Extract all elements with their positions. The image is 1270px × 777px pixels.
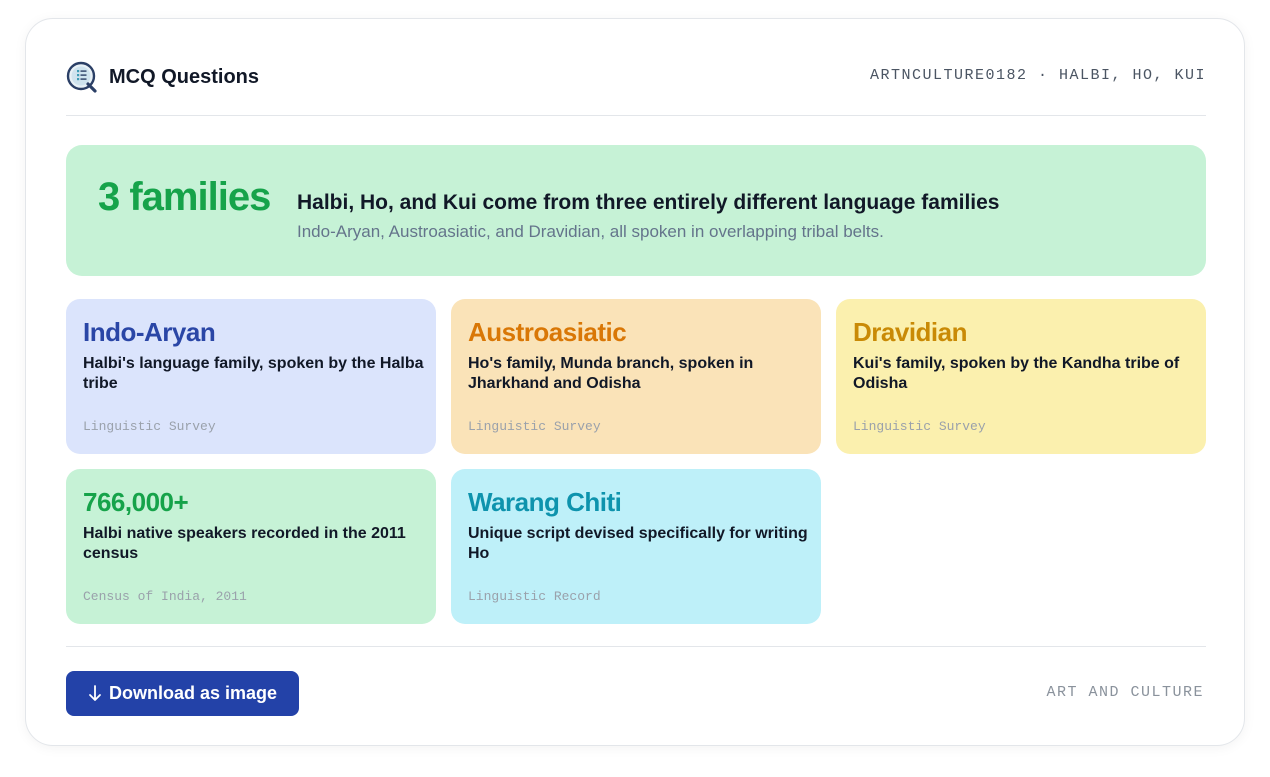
download-arrow-icon [89,684,101,701]
tile-source: Census of India, 2011 [83,589,247,604]
tile-description: Ho's family, Munda branch, spoken in Jha… [468,355,754,392]
fact-tile-indo-aryan: Indo-Aryan Halbi's language family, spok… [66,299,436,454]
tile-title: Indo-Aryan [83,317,216,347]
tile-source: Linguistic Survey [468,419,601,434]
hero-subtitle: Indo-Aryan, Austroasiatic, and Dravidian… [297,222,884,241]
hero-banner: 3 families Halbi, Ho, and Kui come from … [66,145,1206,276]
tile-description: Halbi native speakers recorded in the 20… [83,525,406,562]
download-button-label: Download as image [109,683,278,703]
header-divider [66,115,1206,116]
fact-tile-austroasiatic: Austroasiatic Ho's family, Munda branch,… [451,299,821,454]
quiz-logo-icon [66,61,97,93]
hero-title: Halbi, Ho, and Kui come from three entir… [297,191,1000,214]
fact-tile-dravidian: Dravidian Kui's family, spoken by the Ka… [836,299,1206,454]
tile-title: Dravidian [853,317,968,347]
app-title: MCQ Questions [109,65,260,88]
tile-description: Unique script devised specifically for w… [468,525,808,562]
header: MCQ Questions ARTNCULTURE0182 · HALBI, H… [66,59,1206,95]
brand: MCQ Questions [66,59,259,95]
tile-title: 766,000+ [83,487,189,517]
category-tag: ART AND CULTURE [1046,684,1204,701]
footer-divider [66,646,1206,647]
tile-source: Linguistic Survey [853,419,986,434]
hero-stat: 3 families [98,175,271,219]
question-meta: ARTNCULTURE0182 · HALBI, HO, KUI [869,67,1206,84]
fact-tile-speakers: 766,000+ Halbi native speakers recorded … [66,469,436,624]
tile-title: Austroasiatic [468,317,627,347]
tile-source: Linguistic Survey [83,419,216,434]
infographic-card: MCQ Questions ARTNCULTURE0182 · HALBI, H… [25,18,1245,746]
tile-description: Kui's family, spoken by the Kandha tribe… [853,355,1180,392]
tile-description: Halbi's language family, spoken by the H… [83,355,424,392]
fact-tile-script: Warang Chiti Unique script devised speci… [451,469,821,624]
tile-title: Warang Chiti [468,487,622,517]
download-image-button[interactable]: Download as image [66,671,299,716]
tile-source: Linguistic Record [468,589,601,604]
